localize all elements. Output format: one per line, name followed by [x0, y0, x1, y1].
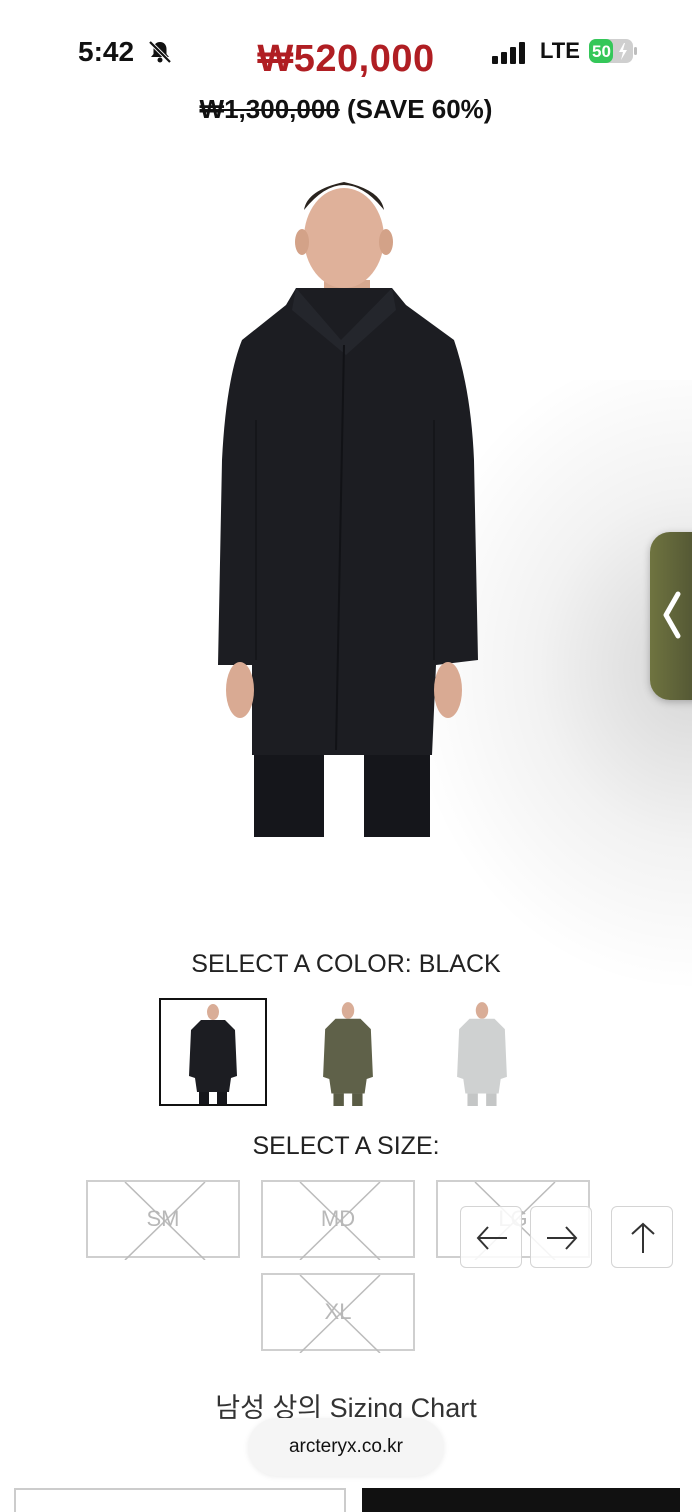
back-button[interactable]	[460, 1206, 522, 1268]
original-price: ₩1,300,000	[199, 94, 340, 124]
size-option-xl[interactable]: XL	[261, 1273, 415, 1353]
color-swatch-light-grey[interactable]	[428, 998, 536, 1106]
size-option-sm[interactable]: SM	[86, 1180, 240, 1260]
side-panel-handle[interactable]	[650, 532, 692, 700]
size-label-text: XL	[324, 1299, 352, 1324]
bottom-left-button[interactable]	[14, 1488, 346, 1512]
swatch-image	[323, 1002, 373, 1106]
color-swatch-black[interactable]	[159, 998, 267, 1106]
original-price-line: ₩1,300,000 (SAVE 60%)	[0, 94, 692, 125]
bottom-right-button[interactable]	[362, 1488, 680, 1512]
arrow-up-icon	[631, 1222, 655, 1253]
color-label: SELECT A COLOR: BLACK	[191, 950, 501, 978]
swatch-image	[457, 1002, 507, 1106]
swatch-image	[189, 1004, 237, 1104]
chevron-left-icon	[663, 591, 681, 639]
url-bar[interactable]: arcteryx.co.kr	[248, 1418, 444, 1476]
save-percent: (SAVE 60%)	[347, 94, 493, 124]
arrow-right-icon	[547, 1226, 578, 1250]
sale-price: ₩520,000	[257, 38, 435, 80]
size-option-md[interactable]: MD	[261, 1180, 415, 1260]
scroll-top-button[interactable]	[611, 1206, 673, 1268]
arrow-left-icon	[476, 1226, 507, 1250]
size-label: SELECT A SIZE:	[252, 1132, 440, 1160]
forward-button[interactable]	[530, 1206, 592, 1268]
size-label-text: SM	[146, 1206, 180, 1231]
size-label-text: MD	[320, 1206, 356, 1231]
product-image[interactable]	[196, 160, 496, 840]
color-swatch-olive[interactable]	[294, 998, 402, 1106]
